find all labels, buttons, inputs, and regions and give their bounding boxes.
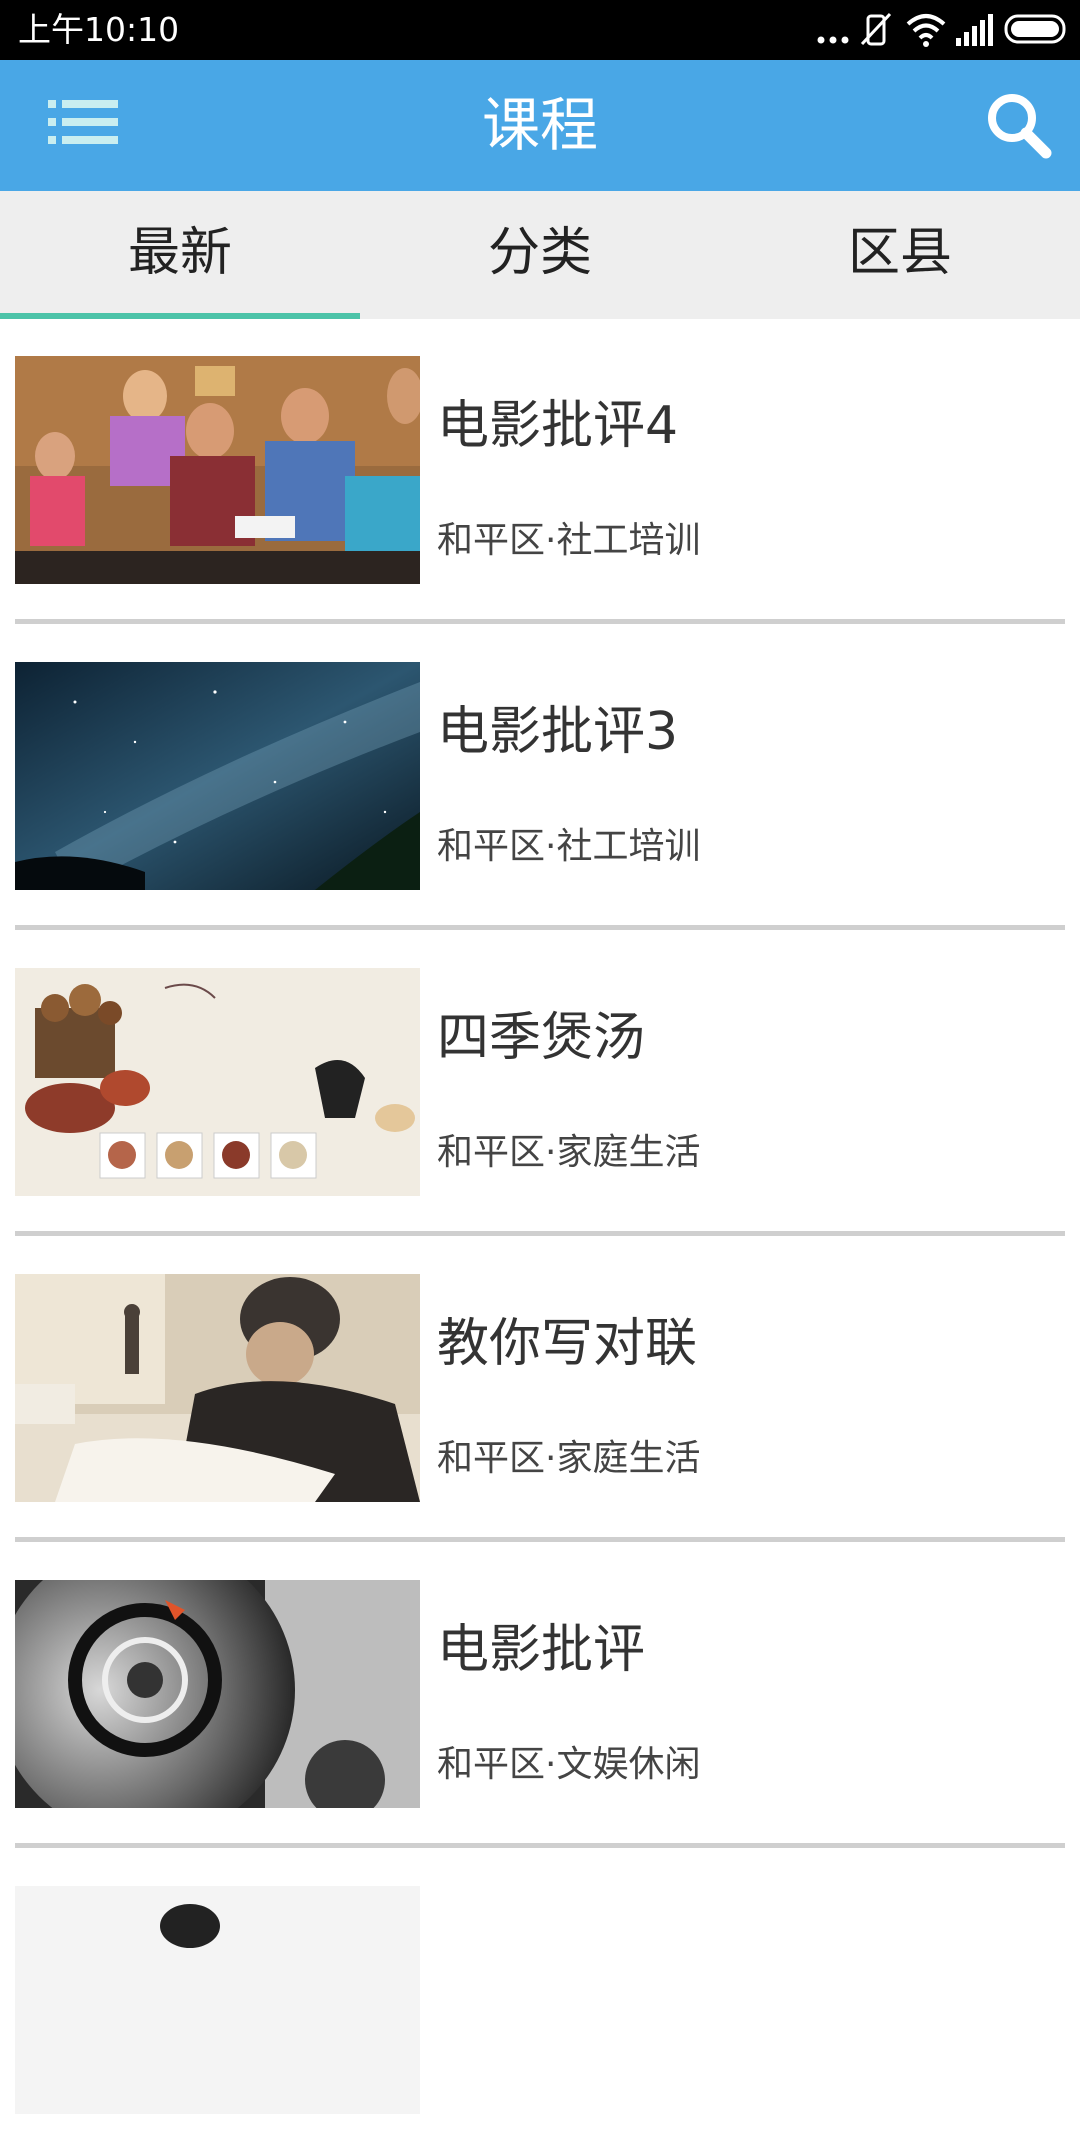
- course-thumbnail: [15, 1274, 420, 1502]
- course-list-item[interactable]: [0, 1849, 1080, 2155]
- partial-photo: [15, 1886, 420, 2114]
- course-list-item[interactable]: 四季煲汤 和平区·家庭生活: [0, 931, 1080, 1237]
- tab-bar: 最新 分类 区县: [0, 191, 1080, 319]
- course-list-item[interactable]: 电影批评3 和平区·社工培训: [0, 625, 1080, 931]
- course-thumbnail: [15, 968, 420, 1196]
- elder-writing-photo: [15, 1274, 420, 1502]
- list-divider: [15, 1843, 1065, 1848]
- course-title: 四季煲汤: [437, 1008, 646, 1068]
- vibrate-off-icon: [860, 12, 892, 46]
- course-title: 电影批评: [437, 1620, 646, 1680]
- course-title: 教你写对联: [437, 1314, 698, 1374]
- app-bar: 课程: [0, 60, 1080, 191]
- course-title: 电影批评3: [437, 702, 679, 762]
- course-subtitle: 和平区·社工培训: [437, 520, 701, 561]
- list-divider: [15, 619, 1065, 624]
- tab-district[interactable]: 区县: [720, 191, 1080, 319]
- starry-sky-photo: [15, 662, 420, 890]
- course-thumbnail: [15, 1886, 420, 2114]
- course-subtitle: 和平区·社工培训: [437, 826, 701, 867]
- course-subtitle: 和平区·文娱休闲: [437, 1744, 701, 1785]
- tab-category[interactable]: 分类: [360, 191, 720, 319]
- list-divider: [15, 1231, 1065, 1236]
- course-subtitle: 和平区·家庭生活: [437, 1132, 701, 1173]
- list-divider: [15, 1537, 1065, 1542]
- course-list-item[interactable]: 电影批评 和平区·文娱休闲: [0, 1543, 1080, 1849]
- course-list: 电影批评4 和平区·社工培训 电影批评3 和平区·社工培训 四季煲汤 和平区·家…: [0, 319, 1080, 2155]
- tab-latest[interactable]: 最新: [0, 191, 360, 319]
- search-button[interactable]: [980, 88, 1060, 168]
- course-list-item[interactable]: 电影批评4 和平区·社工培训: [0, 319, 1080, 625]
- signal-icon: [956, 14, 993, 46]
- more-dots-icon: [817, 36, 849, 44]
- course-thumbnail: [15, 1580, 420, 1808]
- wifi-icon: [906, 14, 946, 47]
- herbal-soup-photo: [15, 968, 420, 1196]
- course-list-item[interactable]: 教你写对联 和平区·家庭生活: [0, 1237, 1080, 1543]
- course-thumbnail: [15, 662, 420, 890]
- status-bar: 上午10:10: [0, 0, 1080, 60]
- course-thumbnail: [15, 356, 420, 584]
- course-title: 电影批评4: [437, 396, 679, 456]
- page-title: 课程: [481, 91, 598, 159]
- search-icon: [988, 94, 1052, 159]
- battery-icon: [1004, 14, 1066, 44]
- list-divider: [15, 925, 1065, 930]
- group-meeting-photo: [15, 356, 420, 584]
- camera-dial-photo: [15, 1580, 420, 1808]
- status-time: 上午10:10: [18, 10, 180, 49]
- course-subtitle: 和平区·家庭生活: [437, 1438, 701, 1479]
